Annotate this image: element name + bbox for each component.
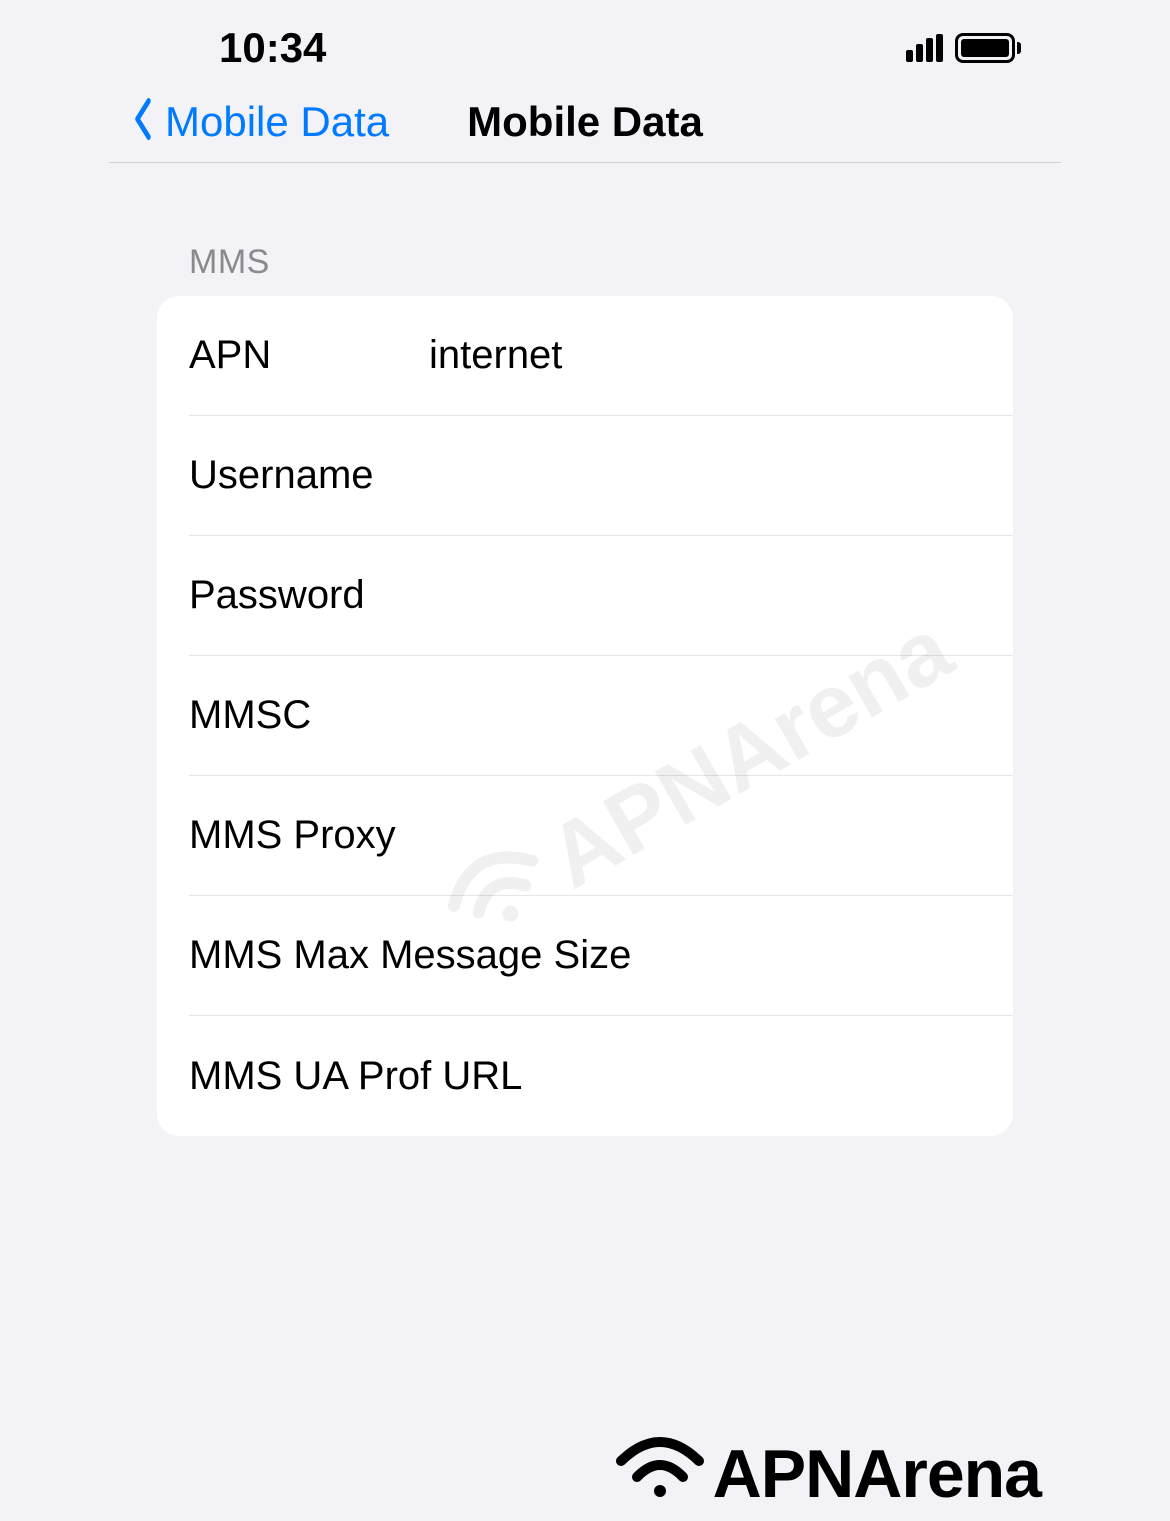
back-button[interactable]: Mobile Data (129, 94, 389, 150)
username-label: Username (189, 453, 429, 498)
status-time: 10:34 (219, 24, 326, 72)
back-label: Mobile Data (165, 98, 389, 146)
apn-row[interactable]: APN internet (157, 296, 1013, 416)
username-row[interactable]: Username (157, 416, 1013, 536)
mmsc-label: MMSC (189, 693, 429, 738)
mms-max-size-row[interactable]: MMS Max Message Size (157, 896, 1013, 1016)
mms-proxy-row[interactable]: MMS Proxy (157, 776, 1013, 896)
settings-group-mms: APN internet Username Password MMSC (157, 296, 1013, 1136)
navigation-bar: Mobile Data Mobile Data (109, 92, 1061, 163)
mms-max-size-label: MMS Max Message Size (189, 933, 631, 978)
status-indicators (906, 33, 1021, 63)
password-label: Password (189, 573, 429, 618)
apn-label: APN (189, 333, 429, 378)
watermark-bottom: APNArena (615, 1431, 1041, 1517)
password-row[interactable]: Password (157, 536, 1013, 656)
chevron-left-icon (133, 94, 153, 150)
mms-ua-prof-label: MMS UA Prof URL (189, 1054, 522, 1099)
page-title: Mobile Data (467, 98, 703, 146)
mms-proxy-label: MMS Proxy (189, 813, 396, 858)
mmsc-row[interactable]: MMSC (157, 656, 1013, 776)
section-header-mms: MMS (157, 243, 1013, 296)
mms-ua-prof-row[interactable]: MMS UA Prof URL (157, 1016, 1013, 1136)
wifi-icon (615, 1431, 705, 1517)
status-bar: 10:34 (109, 0, 1061, 92)
signal-icon (906, 34, 943, 62)
battery-icon (955, 33, 1021, 63)
apn-value[interactable]: internet (429, 333, 981, 378)
watermark-text: APNArena (713, 1435, 1041, 1513)
